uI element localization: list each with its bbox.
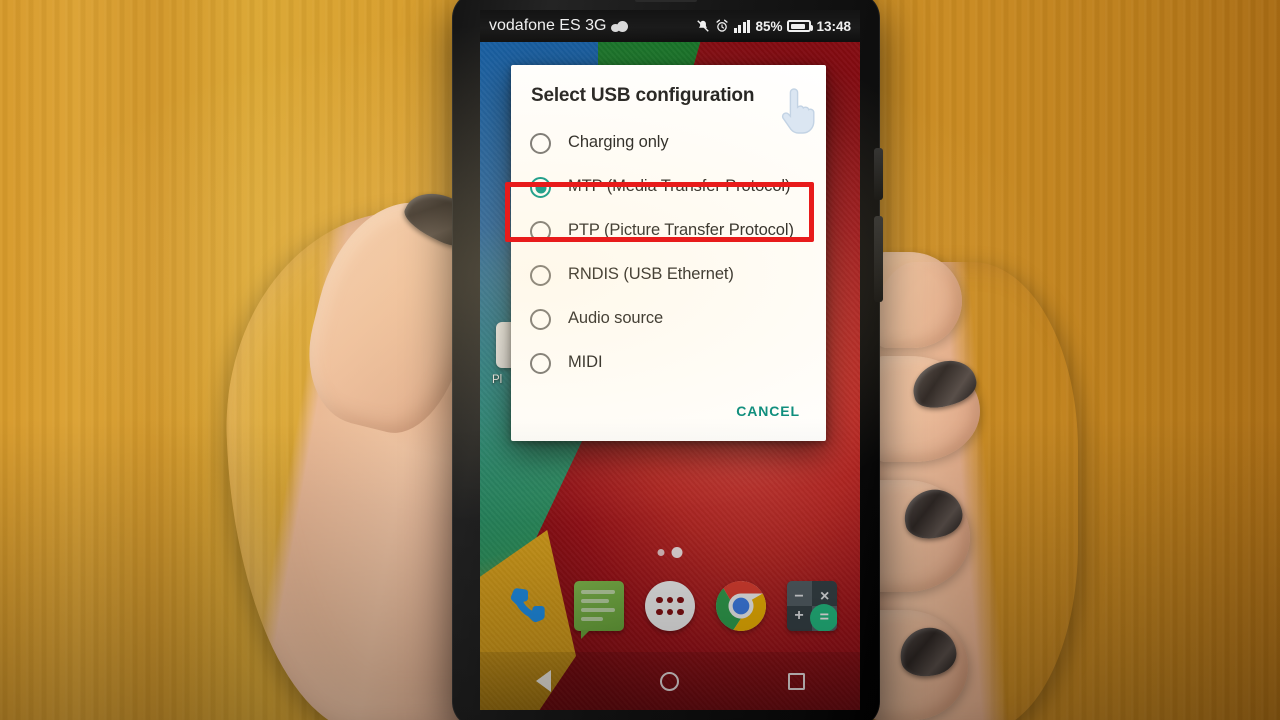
carrier-label: vodafone ES 3G — [489, 17, 607, 34]
radio-rndis[interactable] — [530, 265, 551, 286]
page-indicator — [657, 547, 683, 558]
home-icon[interactable] — [647, 658, 693, 704]
option-midi[interactable]: MIDI — [511, 341, 826, 385]
earpiece-speaker — [635, 0, 697, 2]
dock: − × + = — [480, 564, 860, 648]
messaging-icon[interactable] — [573, 581, 624, 639]
calculator-equals-symbol: = — [810, 604, 838, 631]
option-ptp[interactable]: PTP (Picture Transfer Protocol) — [511, 209, 826, 253]
usb-configuration-dialog: Select USB configuration Charging only M… — [505, 65, 826, 441]
photo-scene: vodafone ES 3G 85% 13:48 Pl − × + = Sele… — [0, 0, 1280, 720]
option-label: PTP (Picture Transfer Protocol) — [568, 221, 794, 239]
cancel-button[interactable]: CANCEL — [728, 397, 808, 425]
option-label: Charging only — [568, 133, 669, 151]
power-button[interactable] — [874, 216, 883, 302]
alarm-clock-icon — [716, 19, 728, 32]
option-label: RNDIS (USB Ethernet) — [568, 265, 734, 283]
radio-charging-only[interactable] — [530, 133, 551, 154]
calculator-times-symbol: × — [820, 588, 830, 605]
battery-icon — [787, 20, 814, 32]
clock-label: 13:48 — [816, 18, 851, 34]
app-drawer-icon[interactable] — [644, 581, 695, 631]
option-label: MTP (Media Transfer Protocol) — [568, 177, 791, 195]
radio-ptp[interactable] — [530, 221, 551, 242]
right-fingernail-2 — [899, 484, 967, 544]
dialog-actions: CANCEL — [511, 385, 826, 435]
cloud-sync-icon — [611, 20, 629, 32]
calculator-icon[interactable]: − × + = — [787, 581, 838, 631]
option-audio-source[interactable]: Audio source — [511, 297, 826, 341]
option-mtp[interactable]: MTP (Media Transfer Protocol) — [511, 165, 826, 209]
right-fingernail-3 — [896, 623, 960, 681]
right-hand — [858, 262, 1078, 720]
recents-icon[interactable] — [774, 658, 820, 704]
page-dot-2[interactable] — [671, 547, 683, 558]
phone-icon[interactable] — [503, 581, 553, 631]
chrome-icon[interactable] — [716, 581, 767, 631]
volume-button[interactable] — [874, 148, 883, 200]
radio-audio-source[interactable] — [530, 309, 551, 330]
right-fingernail-1 — [907, 354, 981, 414]
radio-mtp[interactable] — [530, 177, 551, 198]
option-label: Audio source — [568, 309, 664, 327]
status-bar: vodafone ES 3G 85% 13:48 — [480, 10, 860, 42]
battery-percent-label: 85% — [755, 18, 783, 34]
option-charging-only[interactable]: Charging only — [511, 121, 826, 165]
signal-bars-icon — [733, 19, 751, 33]
page-dot-1[interactable] — [657, 549, 665, 556]
dialog-title: Select USB configuration — [531, 85, 755, 106]
radio-midi[interactable] — [530, 353, 551, 374]
calculator-plus-symbol: + — [794, 607, 804, 624]
navigation-bar — [480, 652, 860, 710]
vibrate-off-icon — [697, 20, 709, 32]
back-icon[interactable] — [520, 658, 566, 704]
phone-screen: vodafone ES 3G 85% 13:48 Pl − × + = Sele… — [480, 10, 860, 710]
option-label: MIDI — [568, 353, 603, 371]
calculator-minus-symbol: − — [794, 588, 804, 605]
option-rndis[interactable]: RNDIS (USB Ethernet) — [511, 253, 826, 297]
